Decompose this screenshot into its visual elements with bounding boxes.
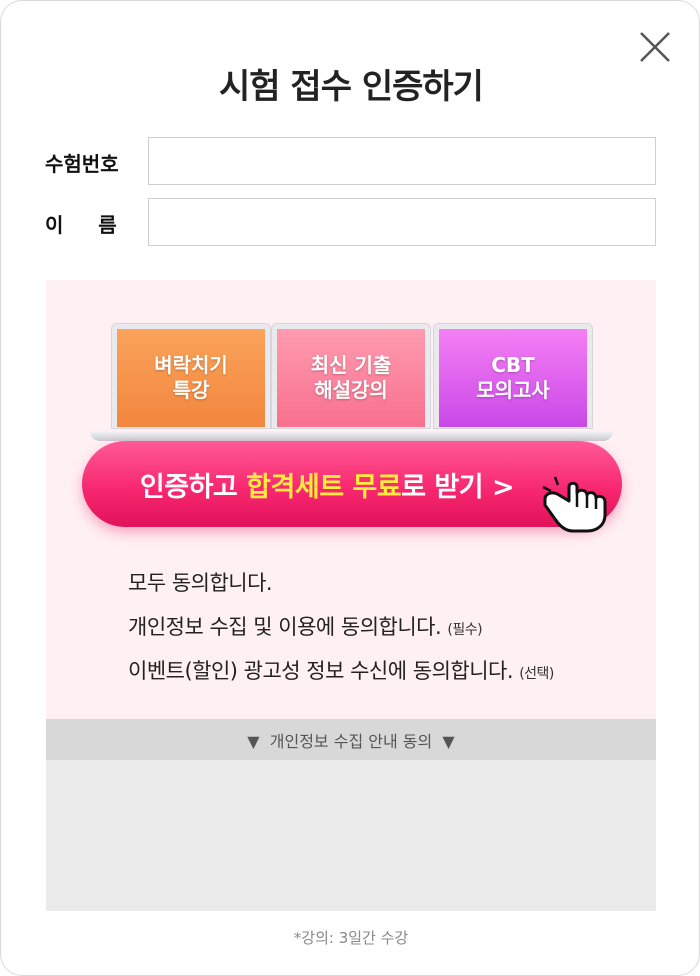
exam-number-label: 수험번호	[45, 152, 119, 176]
laptop-line1: 벼락치기	[154, 353, 228, 377]
laptop-base	[90, 431, 613, 441]
cta-text-part1: 인증하고	[139, 471, 247, 503]
lecture-period-note: *강의: 3일간 수강	[293, 929, 409, 947]
name-input[interactable]	[148, 198, 656, 246]
laptop-lightning-lecture: 벼락치기 특강	[111, 323, 271, 433]
agree-marketing-text: 이벤트(할인) 광고성 정보 수신에 동의합니다.	[128, 659, 520, 683]
laptop-cbt-mock-test: CBT 모의고사	[433, 323, 593, 433]
agree-privacy-text: 개인정보 수집 및 이용에 동의합니다.	[128, 615, 448, 639]
laptop-line1: 최신 기출	[310, 353, 392, 377]
agree-marketing[interactable]: 이벤트(할인) 광고성 정보 수신에 동의합니다. (선택)	[128, 655, 554, 685]
laptop-line1: CBT	[491, 353, 535, 377]
laptop-screen: CBT 모의고사	[439, 329, 587, 427]
name-label: 이 름	[45, 213, 117, 237]
laptop-line2: 모의고사	[476, 378, 550, 402]
privacy-info-content[interactable]	[46, 760, 656, 911]
privacy-info-toggle[interactable]: ▼ 개인정보 수집 안내 동의 ▼	[46, 719, 656, 760]
agree-all-text: 모두 동의합니다.	[128, 571, 273, 595]
laptop-line2: 해설강의	[314, 378, 388, 402]
laptop-screen: 벼락치기 특강	[117, 329, 265, 427]
cta-highlight: 합격세트 무료	[246, 471, 402, 503]
privacy-info-label: ▼ 개인정보 수집 안내 동의 ▼	[247, 731, 455, 751]
agree-all[interactable]: 모두 동의합니다.	[128, 567, 273, 597]
pointing-hand-icon	[542, 476, 607, 533]
agree-privacy[interactable]: 개인정보 수집 및 이용에 동의합니다. (필수)	[128, 611, 483, 641]
required-tag: (필수)	[447, 622, 483, 638]
exam-number-input[interactable]	[148, 137, 656, 185]
optional-tag: (선택)	[519, 666, 554, 682]
exam-auth-modal: 시험 접수 인증하기 수험번호 이 름 벼락치기 특강 최신 기출 해설강의 CBT…	[0, 0, 700, 976]
modal-title: 시험 접수 인증하기	[219, 67, 484, 107]
laptop-screen: 최신 기출 해설강의	[277, 329, 425, 427]
laptop-past-exam-lecture: 최신 기출 해설강의	[271, 323, 431, 433]
cta-text-part2: 로 받기 >	[401, 471, 515, 503]
laptop-line2: 특강	[172, 378, 210, 402]
